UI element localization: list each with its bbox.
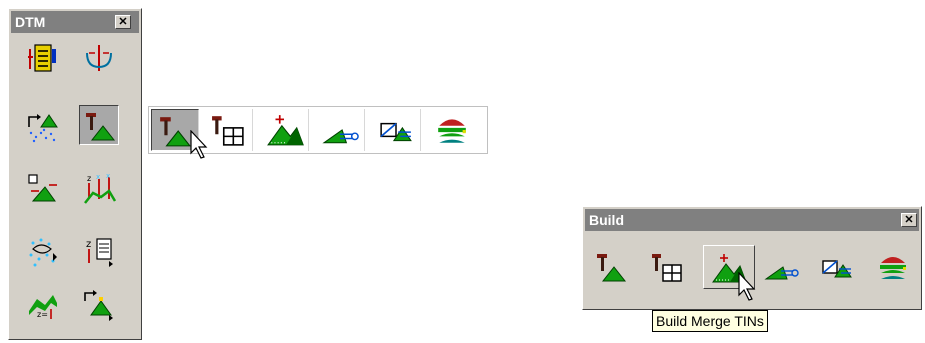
triangle-edit-icon[interactable] (23, 169, 63, 209)
export-surface-icon[interactable] (79, 285, 119, 325)
build-layered-tin-icon[interactable] (873, 247, 913, 287)
profile-z-icon[interactable] (23, 285, 63, 325)
build-extend-tin-icon[interactable] (761, 247, 801, 287)
mouse-cursor-icon (190, 130, 208, 159)
flyout-build-extend-tin-icon[interactable] (317, 109, 365, 151)
flyout-build-grid-tin-icon[interactable] (205, 109, 253, 151)
tooltip: Build Merge TINs (652, 310, 768, 332)
build-grid-tin-icon[interactable] (647, 247, 687, 287)
z-report-icon[interactable] (79, 231, 119, 271)
flyout-build-layered-tin-icon[interactable] (429, 109, 477, 151)
elevation-points-icon[interactable] (79, 169, 119, 209)
build-palette-titlebar[interactable]: Build (585, 209, 919, 231)
import-points-icon[interactable] (23, 107, 63, 147)
flyout-build-clip-tin-icon[interactable] (373, 109, 421, 151)
surface-report-icon[interactable] (23, 39, 63, 79)
mouse-cursor-icon (738, 272, 756, 301)
point-cloud-icon[interactable] (23, 231, 63, 271)
build-tin-icon[interactable] (591, 247, 631, 287)
dtm-palette-title: DTM (15, 14, 46, 30)
dtm-palette: DTM ✕ (8, 8, 142, 340)
build-clip-tin-icon[interactable] (817, 247, 857, 287)
build-tin-icon[interactable] (79, 105, 119, 145)
contour-section-icon[interactable] (79, 39, 119, 79)
build-palette-title: Build (589, 212, 624, 228)
build-palette-close-button[interactable]: ✕ (901, 213, 917, 227)
dtm-palette-close-button[interactable]: ✕ (115, 15, 131, 29)
flyout-build-merge-tins-icon[interactable] (261, 109, 309, 151)
